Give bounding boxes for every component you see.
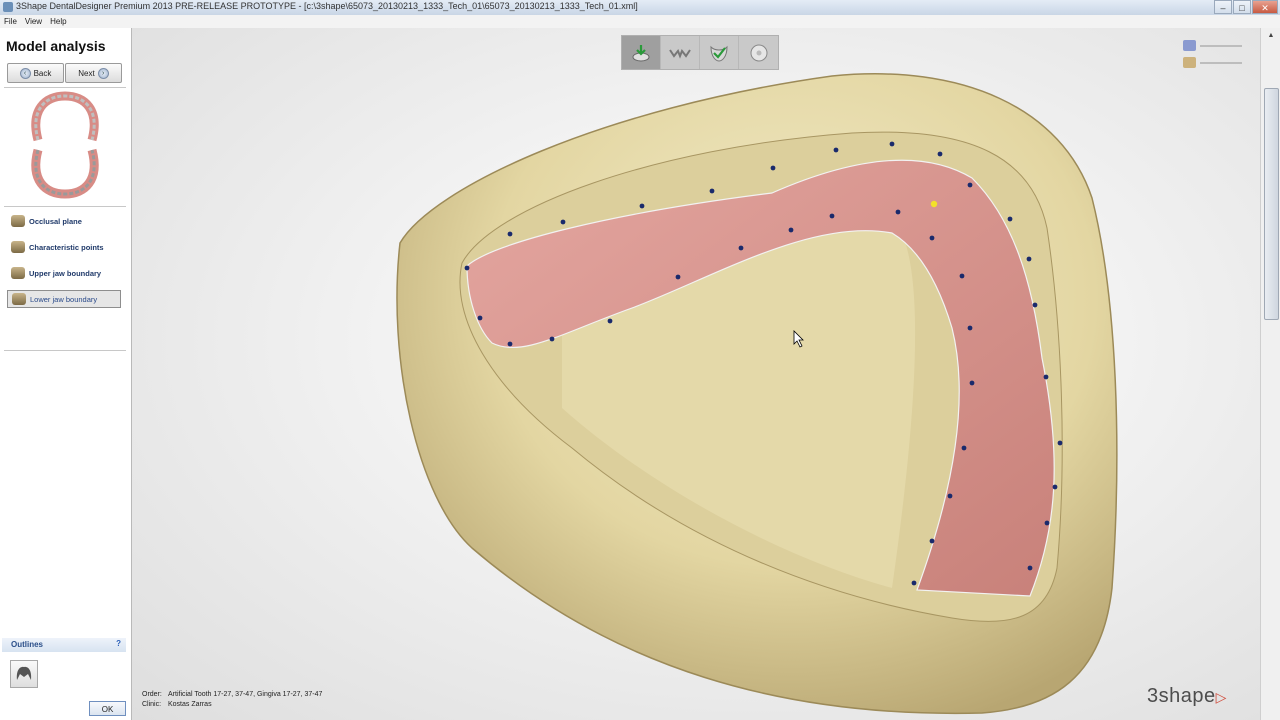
window-title: 3Shape DentalDesigner Premium 2013 PRE-R…	[16, 1, 638, 11]
order-info: Order: Artificial Tooth 17-27, 37-47, Gin…	[142, 690, 322, 710]
scrollbar-thumb[interactable]	[1264, 88, 1279, 320]
vertical-scrollbar[interactable]: ▲	[1260, 28, 1280, 720]
tooth-outline-icon	[16, 666, 32, 680]
back-button[interactable]: ‹ Back	[7, 63, 64, 83]
gingiva-check-icon	[710, 45, 728, 62]
workflow-toolbar	[621, 35, 779, 70]
arrow-right-icon: ›	[97, 67, 109, 79]
step-label: Occlusal plane	[29, 216, 82, 226]
upper-jaw-transparency[interactable]	[1183, 40, 1242, 51]
characteristic-points-icon	[11, 241, 25, 253]
close-button[interactable]: ✕	[1252, 0, 1278, 14]
model-analysis-tool[interactable]	[622, 36, 661, 69]
outlines-label: Outlines	[11, 640, 44, 649]
step-label: Upper jaw boundary	[29, 268, 102, 278]
divider	[4, 206, 126, 207]
menu-bar: File View Help	[0, 15, 1280, 28]
window-controls: – □ ✕	[1214, 0, 1278, 14]
disc-export-icon	[750, 44, 767, 61]
outlines-header[interactable]: Outlines ?	[2, 638, 126, 652]
outline-tool-button[interactable]	[10, 660, 38, 688]
lower-jaw-visibility-icon[interactable]	[1183, 57, 1196, 68]
scroll-up-icon[interactable]: ▲	[1261, 28, 1280, 44]
order-label: Order:	[142, 691, 162, 698]
transparency-slider[interactable]	[1200, 44, 1242, 47]
selected-boundary-point[interactable]	[930, 200, 938, 208]
next-button[interactable]: Next ›	[65, 63, 122, 83]
upper-jaw-visibility-icon[interactable]	[1183, 40, 1196, 51]
arrow-left-icon: ‹	[19, 67, 31, 79]
step-upper-jaw-boundary[interactable]: Upper jaw boundary	[7, 264, 121, 282]
lower-jaw-transparency[interactable]	[1183, 57, 1242, 68]
teeth-setup-tool[interactable]	[661, 36, 700, 69]
panel-title: Model analysis	[6, 38, 106, 54]
divider	[4, 350, 126, 351]
menu-help[interactable]: Help	[50, 15, 66, 28]
view-controls	[1183, 40, 1242, 74]
3d-viewport[interactable]: Order: Artificial Tooth 17-27, 37-47, Gin…	[132, 28, 1260, 720]
maximize-button[interactable]: □	[1233, 0, 1251, 14]
back-label: Back	[33, 68, 52, 78]
brand-logo: 3shape▷	[1147, 685, 1227, 707]
lower-jaw-icon	[12, 293, 26, 305]
export-tool[interactable]	[739, 36, 778, 69]
logo-triangle-icon: ▷	[1215, 689, 1227, 705]
app-icon	[3, 2, 13, 12]
step-label: Characteristic points	[29, 242, 104, 252]
transparency-slider[interactable]	[1200, 61, 1242, 64]
order-value: Artificial Tooth 17-27, 37-47, Gingiva 1…	[168, 691, 323, 698]
ok-button[interactable]: OK	[89, 701, 126, 716]
title-bar: 3Shape DentalDesigner Premium 2013 PRE-R…	[0, 0, 1280, 16]
step-lower-jaw-boundary[interactable]: Lower jaw boundary	[7, 290, 121, 308]
step-characteristic-points[interactable]: Characteristic points	[7, 238, 121, 256]
menu-view[interactable]: View	[25, 15, 42, 28]
step-occlusal-plane[interactable]: Occlusal plane	[7, 212, 121, 230]
model-analysis-icon	[632, 44, 650, 61]
next-label: Next	[78, 68, 95, 78]
occlusal-plane-icon	[11, 215, 25, 227]
teeth-setup-icon	[669, 48, 691, 59]
step-label: Lower jaw boundary	[30, 294, 98, 304]
clinic-value: Kostas Zarras	[168, 701, 212, 708]
jaw-diagram-icon	[31, 91, 99, 199]
minimize-button[interactable]: –	[1214, 0, 1232, 14]
jaw-model-render[interactable]	[132, 28, 1260, 720]
left-panel: Model analysis ‹ Back Next › Occlusal pl…	[0, 28, 132, 720]
divider	[4, 87, 126, 88]
menu-file[interactable]: File	[4, 15, 17, 28]
upper-jaw-icon	[11, 267, 25, 279]
help-icon[interactable]: ?	[116, 639, 121, 648]
clinic-label: Clinic:	[142, 701, 162, 708]
gingiva-tool[interactable]	[700, 36, 739, 69]
